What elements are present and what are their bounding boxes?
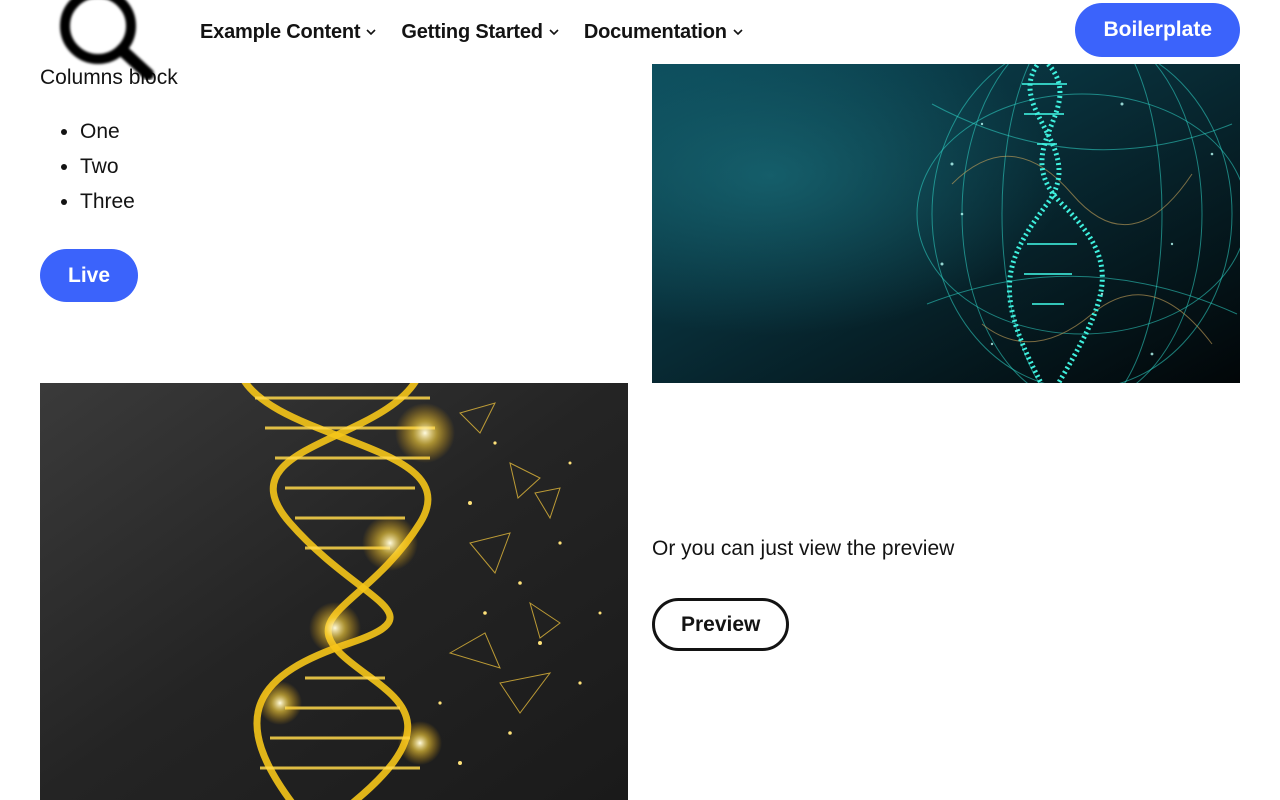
nav-item-getting-started[interactable]: Getting Started <box>401 21 559 44</box>
chevron-down-icon <box>733 29 743 36</box>
item-list: One Two Three <box>40 114 135 219</box>
main-nav: Example Content Getting Started Document… <box>200 0 744 64</box>
site-header: Example Content Getting Started Document… <box>0 0 1280 64</box>
dna-teal-image <box>652 64 1240 383</box>
list-item: Two <box>80 149 135 184</box>
dna-gold-image <box>40 383 628 800</box>
preview-button[interactable]: Preview <box>652 598 790 651</box>
list-item: One <box>80 114 135 149</box>
nav-item-label: Example Content <box>200 20 361 43</box>
page: Example Content Getting Started Document… <box>0 0 1280 800</box>
chevron-down-icon <box>366 29 376 36</box>
boilerplate-button[interactable]: Boilerplate <box>1075 3 1240 57</box>
nav-item-documentation[interactable]: Documentation <box>584 21 744 44</box>
nav-item-label: Getting Started <box>401 20 543 43</box>
chevron-down-icon <box>549 29 559 36</box>
list-item: Three <box>80 184 135 219</box>
nav-item-label: Documentation <box>583 20 727 43</box>
live-button[interactable]: Live <box>40 249 139 302</box>
preview-description: Or you can just view the preview <box>652 537 955 560</box>
nav-item-example-content[interactable]: Example Content <box>200 21 377 44</box>
search-icon[interactable] <box>48 0 158 80</box>
